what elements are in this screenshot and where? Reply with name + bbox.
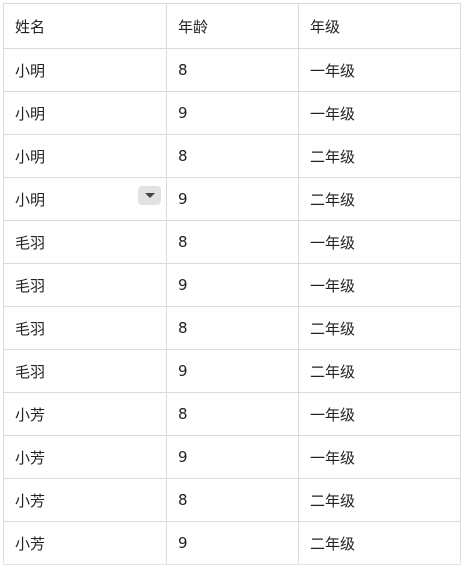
cell-age[interactable]: 8 (166, 478, 299, 522)
table-row[interactable]: 毛羽 9 二年级 (3, 349, 461, 393)
cell-age[interactable]: 9 (166, 263, 299, 307)
header-age[interactable]: 年龄 (166, 3, 299, 49)
cell-age[interactable]: 9 (166, 349, 299, 393)
cell-name-text: 毛羽 (15, 233, 46, 252)
table-row[interactable]: 小芳 9 一年级 (3, 435, 461, 479)
cell-dropdown-button[interactable] (138, 186, 161, 205)
cell-age[interactable]: 8 (166, 48, 299, 92)
cell-name[interactable]: 毛羽 (3, 306, 167, 350)
cell-name-text: 小芳 (15, 534, 46, 553)
cell-grade[interactable]: 一年级 (298, 435, 461, 479)
table-row[interactable]: 小芳 8 一年级 (3, 392, 461, 436)
cell-name[interactable]: 小芳 (3, 521, 167, 565)
cell-name[interactable]: 小明 (3, 48, 167, 92)
data-table: 姓名 年龄 年级 小明 8 一年级 小明 9 一年级 小明 8 二年级 小明 9 二年级 毛羽 8 一年级毛… (3, 3, 461, 565)
cell-grade[interactable]: 二年级 (298, 478, 461, 522)
cell-age[interactable]: 8 (166, 392, 299, 436)
cell-name[interactable]: 毛羽 (3, 220, 167, 264)
cell-name-text: 小芳 (15, 405, 46, 424)
cell-name-text: 小明 (15, 147, 46, 166)
cell-name[interactable]: 小芳 (3, 478, 167, 522)
table-row[interactable]: 小明 9 一年级 (3, 91, 461, 135)
table-row[interactable]: 小芳 8 二年级 (3, 478, 461, 522)
cell-name-text: 小明 (15, 61, 46, 80)
chevron-down-icon (145, 193, 155, 198)
header-grade[interactable]: 年级 (298, 3, 461, 49)
cell-name[interactable]: 小芳 (3, 435, 167, 479)
data-table-container: 姓名 年龄 年级 小明 8 一年级 小明 9 一年级 小明 8 二年级 小明 9 二年级 毛羽 8 一年级毛… (3, 3, 461, 565)
cell-name[interactable]: 小明 (3, 91, 167, 135)
cell-grade[interactable]: 一年级 (298, 220, 461, 264)
cell-age[interactable]: 8 (166, 134, 299, 178)
table-row[interactable]: 毛羽 8 一年级 (3, 220, 461, 264)
cell-name-text: 毛羽 (15, 276, 46, 295)
cell-name[interactable]: 小明 (3, 134, 167, 178)
cell-grade[interactable]: 一年级 (298, 392, 461, 436)
cell-age[interactable]: 9 (166, 177, 299, 221)
cell-grade[interactable]: 二年级 (298, 177, 461, 221)
cell-age[interactable]: 9 (166, 91, 299, 135)
cell-grade[interactable]: 二年级 (298, 306, 461, 350)
cell-grade[interactable]: 一年级 (298, 91, 461, 135)
cell-age[interactable]: 8 (166, 306, 299, 350)
cell-name-text: 毛羽 (15, 362, 46, 381)
table-row[interactable]: 小明 8 二年级 (3, 134, 461, 178)
cell-name-text: 小芳 (15, 448, 46, 467)
table-row[interactable]: 毛羽 9 一年级 (3, 263, 461, 307)
cell-grade[interactable]: 二年级 (298, 521, 461, 565)
cell-age[interactable]: 9 (166, 435, 299, 479)
cell-name-text: 小明 (15, 104, 46, 123)
cell-name[interactable]: 毛羽 (3, 263, 167, 307)
table-row[interactable]: 毛羽 8 二年级 (3, 306, 461, 350)
cell-name[interactable]: 小芳 (3, 392, 167, 436)
table-header-row: 姓名 年龄 年级 (3, 3, 461, 49)
cell-grade[interactable]: 二年级 (298, 134, 461, 178)
table-row[interactable]: 小明 8 一年级 (3, 48, 461, 92)
cell-name-text: 小明 (15, 190, 46, 209)
cell-age[interactable]: 9 (166, 521, 299, 565)
cell-name[interactable]: 毛羽 (3, 349, 167, 393)
cell-age[interactable]: 8 (166, 220, 299, 264)
table-row[interactable]: 小芳 9 二年级 (3, 521, 461, 565)
cell-grade[interactable]: 一年级 (298, 263, 461, 307)
cell-name-text: 毛羽 (15, 319, 46, 338)
cell-grade[interactable]: 一年级 (298, 48, 461, 92)
cell-name[interactable]: 小明 (3, 177, 167, 221)
cell-grade[interactable]: 二年级 (298, 349, 461, 393)
table-row[interactable]: 小明 9 二年级 (3, 177, 461, 221)
header-name[interactable]: 姓名 (3, 3, 167, 49)
cell-name-text: 小芳 (15, 491, 46, 510)
